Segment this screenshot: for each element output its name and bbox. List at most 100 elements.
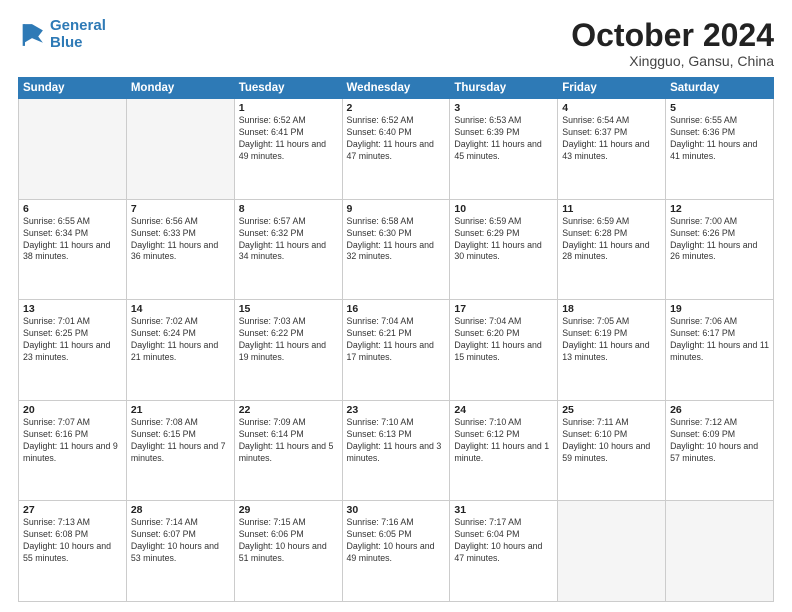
- calendar-cell: 23Sunrise: 7:10 AMSunset: 6:13 PMDayligh…: [342, 400, 450, 501]
- calendar-cell: 30Sunrise: 7:16 AMSunset: 6:05 PMDayligh…: [342, 501, 450, 602]
- day-number: 14: [131, 303, 230, 315]
- day-info: Sunrise: 6:58 AMSunset: 6:30 PMDaylight:…: [347, 216, 446, 264]
- calendar-cell: 2Sunrise: 6:52 AMSunset: 6:40 PMDaylight…: [342, 99, 450, 200]
- calendar-cell: [666, 501, 774, 602]
- weekday-header-thursday: Thursday: [450, 78, 558, 99]
- calendar-cell: 18Sunrise: 7:05 AMSunset: 6:19 PMDayligh…: [558, 300, 666, 401]
- day-number: 6: [23, 203, 122, 215]
- day-info: Sunrise: 6:55 AMSunset: 6:36 PMDaylight:…: [670, 115, 769, 163]
- day-number: 28: [131, 504, 230, 516]
- weekday-header-tuesday: Tuesday: [234, 78, 342, 99]
- weekday-header-sunday: Sunday: [19, 78, 127, 99]
- day-info: Sunrise: 6:52 AMSunset: 6:40 PMDaylight:…: [347, 115, 446, 163]
- day-info: Sunrise: 7:11 AMSunset: 6:10 PMDaylight:…: [562, 417, 661, 465]
- day-info: Sunrise: 7:04 AMSunset: 6:21 PMDaylight:…: [347, 316, 446, 364]
- day-number: 27: [23, 504, 122, 516]
- day-info: Sunrise: 7:17 AMSunset: 6:04 PMDaylight:…: [454, 517, 553, 565]
- day-number: 5: [670, 102, 769, 114]
- calendar-cell: 3Sunrise: 6:53 AMSunset: 6:39 PMDaylight…: [450, 99, 558, 200]
- day-number: 30: [347, 504, 446, 516]
- day-info: Sunrise: 6:59 AMSunset: 6:28 PMDaylight:…: [562, 216, 661, 264]
- day-info: Sunrise: 6:59 AMSunset: 6:29 PMDaylight:…: [454, 216, 553, 264]
- day-number: 21: [131, 404, 230, 416]
- calendar-cell: 6Sunrise: 6:55 AMSunset: 6:34 PMDaylight…: [19, 199, 127, 300]
- day-number: 7: [131, 203, 230, 215]
- weekday-header-friday: Friday: [558, 78, 666, 99]
- day-number: 9: [347, 203, 446, 215]
- calendar-cell: 17Sunrise: 7:04 AMSunset: 6:20 PMDayligh…: [450, 300, 558, 401]
- calendar-cell: 5Sunrise: 6:55 AMSunset: 6:36 PMDaylight…: [666, 99, 774, 200]
- day-info: Sunrise: 7:02 AMSunset: 6:24 PMDaylight:…: [131, 316, 230, 364]
- calendar-cell: 21Sunrise: 7:08 AMSunset: 6:15 PMDayligh…: [126, 400, 234, 501]
- day-info: Sunrise: 7:00 AMSunset: 6:26 PMDaylight:…: [670, 216, 769, 264]
- day-info: Sunrise: 6:52 AMSunset: 6:41 PMDaylight:…: [239, 115, 338, 163]
- calendar-cell: 14Sunrise: 7:02 AMSunset: 6:24 PMDayligh…: [126, 300, 234, 401]
- calendar-cell: 9Sunrise: 6:58 AMSunset: 6:30 PMDaylight…: [342, 199, 450, 300]
- header: General Blue October 2024 Xingguo, Gansu…: [18, 18, 774, 69]
- calendar: SundayMondayTuesdayWednesdayThursdayFrid…: [18, 77, 774, 602]
- calendar-cell: 16Sunrise: 7:04 AMSunset: 6:21 PMDayligh…: [342, 300, 450, 401]
- day-info: Sunrise: 7:03 AMSunset: 6:22 PMDaylight:…: [239, 316, 338, 364]
- day-info: Sunrise: 7:10 AMSunset: 6:13 PMDaylight:…: [347, 417, 446, 465]
- day-info: Sunrise: 7:07 AMSunset: 6:16 PMDaylight:…: [23, 417, 122, 465]
- day-info: Sunrise: 7:04 AMSunset: 6:20 PMDaylight:…: [454, 316, 553, 364]
- day-info: Sunrise: 7:01 AMSunset: 6:25 PMDaylight:…: [23, 316, 122, 364]
- day-info: Sunrise: 6:54 AMSunset: 6:37 PMDaylight:…: [562, 115, 661, 163]
- day-number: 17: [454, 303, 553, 315]
- day-info: Sunrise: 7:13 AMSunset: 6:08 PMDaylight:…: [23, 517, 122, 565]
- calendar-cell: 20Sunrise: 7:07 AMSunset: 6:16 PMDayligh…: [19, 400, 127, 501]
- logo-general: General: [50, 17, 106, 34]
- calendar-cell: 28Sunrise: 7:14 AMSunset: 6:07 PMDayligh…: [126, 501, 234, 602]
- day-info: Sunrise: 7:12 AMSunset: 6:09 PMDaylight:…: [670, 417, 769, 465]
- day-info: Sunrise: 7:14 AMSunset: 6:07 PMDaylight:…: [131, 517, 230, 565]
- calendar-cell: 27Sunrise: 7:13 AMSunset: 6:08 PMDayligh…: [19, 501, 127, 602]
- calendar-cell: [126, 99, 234, 200]
- day-number: 24: [454, 404, 553, 416]
- day-number: 22: [239, 404, 338, 416]
- calendar-cell: 15Sunrise: 7:03 AMSunset: 6:22 PMDayligh…: [234, 300, 342, 401]
- weekday-header-saturday: Saturday: [666, 78, 774, 99]
- calendar-cell: 4Sunrise: 6:54 AMSunset: 6:37 PMDaylight…: [558, 99, 666, 200]
- day-number: 23: [347, 404, 446, 416]
- page: General Blue October 2024 Xingguo, Gansu…: [0, 0, 792, 612]
- day-info: Sunrise: 7:10 AMSunset: 6:12 PMDaylight:…: [454, 417, 553, 465]
- day-number: 25: [562, 404, 661, 416]
- day-number: 11: [562, 203, 661, 215]
- calendar-cell: [19, 99, 127, 200]
- calendar-cell: 22Sunrise: 7:09 AMSunset: 6:14 PMDayligh…: [234, 400, 342, 501]
- day-number: 1: [239, 102, 338, 114]
- calendar-cell: 7Sunrise: 6:56 AMSunset: 6:33 PMDaylight…: [126, 199, 234, 300]
- calendar-cell: 26Sunrise: 7:12 AMSunset: 6:09 PMDayligh…: [666, 400, 774, 501]
- day-number: 8: [239, 203, 338, 215]
- day-number: 31: [454, 504, 553, 516]
- calendar-cell: [558, 501, 666, 602]
- logo: General Blue: [18, 18, 106, 51]
- month-title: October 2024: [571, 18, 774, 53]
- calendar-cell: 31Sunrise: 7:17 AMSunset: 6:04 PMDayligh…: [450, 501, 558, 602]
- location: Xingguo, Gansu, China: [571, 53, 774, 69]
- calendar-cell: 1Sunrise: 6:52 AMSunset: 6:41 PMDaylight…: [234, 99, 342, 200]
- day-info: Sunrise: 7:06 AMSunset: 6:17 PMDaylight:…: [670, 316, 769, 364]
- calendar-cell: 25Sunrise: 7:11 AMSunset: 6:10 PMDayligh…: [558, 400, 666, 501]
- day-info: Sunrise: 6:53 AMSunset: 6:39 PMDaylight:…: [454, 115, 553, 163]
- day-number: 10: [454, 203, 553, 215]
- day-number: 2: [347, 102, 446, 114]
- day-number: 13: [23, 303, 122, 315]
- day-info: Sunrise: 6:57 AMSunset: 6:32 PMDaylight:…: [239, 216, 338, 264]
- weekday-header-monday: Monday: [126, 78, 234, 99]
- logo-text: General Blue: [50, 18, 106, 51]
- day-info: Sunrise: 7:15 AMSunset: 6:06 PMDaylight:…: [239, 517, 338, 565]
- weekday-header-wednesday: Wednesday: [342, 78, 450, 99]
- calendar-cell: 29Sunrise: 7:15 AMSunset: 6:06 PMDayligh…: [234, 501, 342, 602]
- day-info: Sunrise: 7:09 AMSunset: 6:14 PMDaylight:…: [239, 417, 338, 465]
- logo-icon: [18, 21, 46, 49]
- calendar-cell: 10Sunrise: 6:59 AMSunset: 6:29 PMDayligh…: [450, 199, 558, 300]
- calendar-cell: 13Sunrise: 7:01 AMSunset: 6:25 PMDayligh…: [19, 300, 127, 401]
- logo-blue: Blue: [50, 34, 83, 51]
- title-block: October 2024 Xingguo, Gansu, China: [571, 18, 774, 69]
- day-number: 18: [562, 303, 661, 315]
- day-number: 3: [454, 102, 553, 114]
- day-number: 4: [562, 102, 661, 114]
- day-number: 16: [347, 303, 446, 315]
- day-info: Sunrise: 7:05 AMSunset: 6:19 PMDaylight:…: [562, 316, 661, 364]
